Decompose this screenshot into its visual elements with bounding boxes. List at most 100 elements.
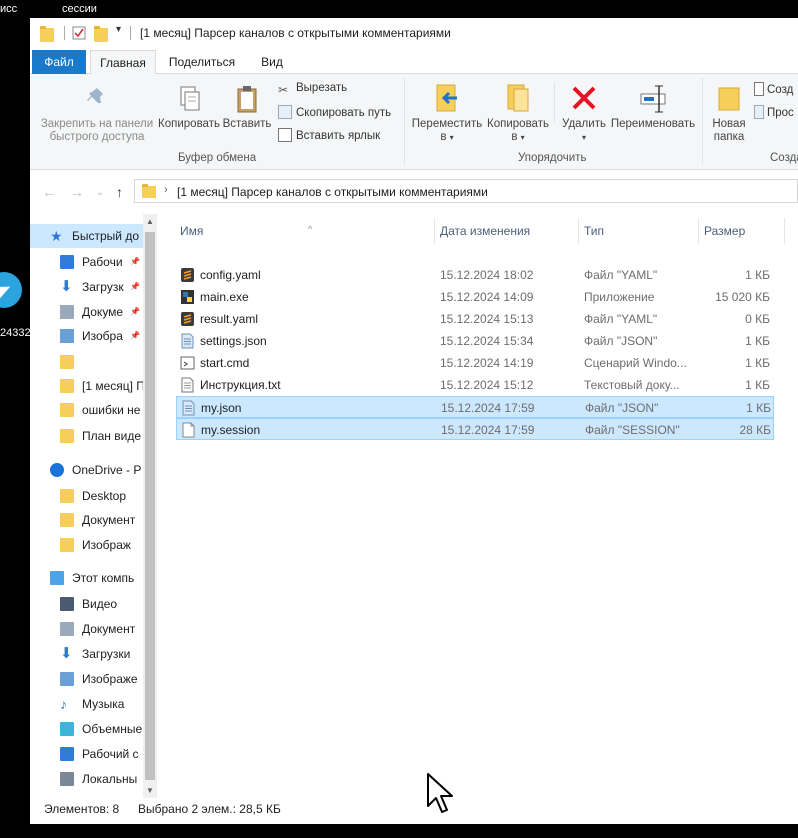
nav-item[interactable]: Рабочий с bbox=[30, 742, 157, 766]
nav-item[interactable]: Изобра 📌 bbox=[30, 324, 157, 348]
nav-item[interactable]: [1 месяц] П bbox=[30, 374, 157, 398]
new-folder-icon[interactable] bbox=[94, 26, 108, 42]
move-to-button[interactable]: Переместить в ▾ bbox=[410, 82, 484, 144]
up-arrow-icon[interactable]: ↑ bbox=[116, 184, 123, 200]
file-date: 15.12.2024 14:09 bbox=[440, 290, 534, 304]
file-type: Файл "YAML" bbox=[584, 312, 658, 326]
address-box[interactable]: › [1 месяц] Парсер каналов с открытыми к… bbox=[134, 179, 798, 203]
file-type: Файл "SESSION" bbox=[585, 423, 680, 437]
file-row[interactable]: my.json 15.12.2024 17:59 Файл "JSON" 1 КБ bbox=[176, 396, 774, 418]
file-date: 15.12.2024 17:59 bbox=[441, 401, 535, 415]
nav-item-label: Изображ bbox=[82, 538, 131, 552]
cut-button[interactable]: ✂ Вырезать bbox=[278, 82, 347, 97]
new-folder-button[interactable]: Новая папка bbox=[708, 82, 750, 144]
desktop-icon-label: 24332 bbox=[0, 327, 31, 339]
copy-icon bbox=[180, 86, 200, 111]
file-size: 28 КБ bbox=[739, 423, 771, 437]
explorer-window: ▾ [1 месяц] Парсер каналов с открытыми к… bbox=[30, 18, 798, 824]
forward-arrow-icon[interactable]: → bbox=[70, 184, 84, 200]
delete-dropdown-icon: ▾ bbox=[581, 133, 586, 142]
nav-item[interactable]: Изображе bbox=[30, 667, 157, 691]
window-title: [1 месяц] Парсер каналов с открытыми ком… bbox=[140, 26, 451, 40]
properties-icon[interactable] bbox=[72, 26, 86, 40]
nav-item[interactable]: ⬇ Загрузки bbox=[30, 642, 157, 666]
paste-button[interactable]: Вставить bbox=[222, 84, 272, 131]
nav-item[interactable]: OneDrive - P bbox=[30, 458, 157, 482]
nav-scroll-thumb[interactable] bbox=[145, 232, 155, 780]
file-name: start.cmd bbox=[200, 356, 250, 370]
mouse-pointer-icon bbox=[427, 773, 453, 813]
nav-item[interactable]: Локальны bbox=[30, 767, 157, 791]
file-row[interactable]: my.session 15.12.2024 17:59 Файл "SESSION"… bbox=[176, 418, 774, 440]
copy-path-button[interactable]: Скопировать путь bbox=[278, 105, 391, 119]
copy-path-icon bbox=[278, 105, 292, 119]
file-row[interactable]: start.cmd 15.12.2024 14:19 Сценарий Windo.… bbox=[176, 352, 774, 374]
nav-item[interactable]: ошибки не bbox=[30, 398, 157, 422]
file-row[interactable]: settings.json 15.12.2024 15:34 Файл "JSON"… bbox=[176, 330, 774, 352]
paste-icon bbox=[237, 86, 257, 113]
nav-item-label: Быстрый до bbox=[72, 229, 140, 243]
nav-item-label: Изображе bbox=[82, 672, 138, 686]
easy-access-button[interactable]: Прос bbox=[754, 105, 794, 119]
column-header-date[interactable]: Дата изменения bbox=[440, 220, 578, 242]
column-header-size[interactable]: Размер bbox=[704, 220, 784, 242]
nav-item[interactable]: Документ bbox=[30, 508, 157, 532]
file-size: 1 КБ bbox=[745, 334, 770, 348]
nav-item-label: Докуме bbox=[82, 305, 124, 319]
nav-item[interactable] bbox=[30, 350, 157, 374]
copy-to-icon bbox=[507, 84, 529, 112]
folder-icon bbox=[40, 26, 54, 42]
nav-item-label: План виде bbox=[82, 429, 142, 443]
nav-item[interactable]: План виде bbox=[30, 424, 157, 448]
pinned-icon: 📌 bbox=[130, 331, 140, 340]
nav-item[interactable]: Докуме 📌 bbox=[30, 300, 157, 324]
file-size: 1 КБ bbox=[745, 268, 770, 282]
new-item-button[interactable]: Созд bbox=[754, 82, 793, 96]
nav-item[interactable]: Изображ bbox=[30, 533, 157, 557]
paste-shortcut-button[interactable]: Вставить ярлык bbox=[278, 128, 380, 142]
desktop-text-top: сессии bbox=[62, 3, 97, 15]
nav-item[interactable]: Объемные bbox=[30, 717, 157, 741]
file-row[interactable]: result.yaml 15.12.2024 15:13 Файл "YAML" 0 … bbox=[176, 308, 774, 330]
quick-access-dropdown-icon[interactable]: ▾ bbox=[116, 24, 130, 38]
delete-button[interactable]: Удалить ▾ bbox=[558, 82, 610, 144]
nav-item[interactable]: ★ Быстрый до bbox=[30, 224, 157, 248]
tab-file[interactable]: Файл bbox=[32, 50, 86, 74]
file-type: Файл "YAML" bbox=[584, 268, 658, 282]
address-chevron-icon[interactable]: › bbox=[164, 184, 168, 196]
nav-item[interactable]: Рабочи 📌 bbox=[30, 250, 157, 274]
folder-icon bbox=[60, 538, 74, 552]
nav-item[interactable]: Этот компь bbox=[30, 566, 157, 590]
folder-icon bbox=[60, 403, 74, 417]
text-file-icon bbox=[181, 377, 194, 393]
column-header-name[interactable]: Имя ^ bbox=[180, 220, 430, 242]
file-row[interactable]: config.yaml 15.12.2024 18:02 Файл "YAML" 1 … bbox=[176, 264, 774, 286]
nav-item[interactable]: Desktop bbox=[30, 484, 157, 508]
nav-scrollbar[interactable]: ▲ ▼ bbox=[143, 214, 157, 798]
file-size: 1 КБ bbox=[746, 401, 771, 415]
nav-item[interactable]: Видео bbox=[30, 592, 157, 616]
rename-icon bbox=[640, 85, 666, 113]
tab-home[interactable]: Главная bbox=[90, 50, 156, 75]
file-size: 1 КБ bbox=[745, 378, 770, 392]
file-name: Инструкция.txt bbox=[200, 378, 281, 392]
rename-button[interactable]: Переименовать bbox=[608, 82, 698, 131]
tab-share[interactable]: Поделиться bbox=[162, 50, 242, 74]
image-icon bbox=[60, 672, 74, 686]
nav-item[interactable]: ⬇ Загрузк 📌 bbox=[30, 275, 157, 299]
telegram-desktop-icon[interactable] bbox=[0, 272, 28, 316]
back-arrow-icon[interactable]: ← bbox=[42, 184, 56, 200]
column-header-type[interactable]: Тип bbox=[584, 220, 694, 242]
pin-quick-access-button[interactable]: Закрепить на панели быстрого доступа bbox=[34, 84, 160, 144]
scroll-up-icon[interactable]: ▲ bbox=[146, 217, 154, 226]
nav-item[interactable]: ♪ Музыка bbox=[30, 692, 157, 716]
recent-locations-icon[interactable]: ⌄ bbox=[96, 187, 104, 198]
copy-button[interactable]: Копировать bbox=[156, 84, 222, 131]
copy-to-button[interactable]: Копировать в ▾ bbox=[484, 82, 552, 144]
scroll-down-icon[interactable]: ▼ bbox=[146, 786, 154, 795]
file-row[interactable]: main.exe 15.12.2024 14:09 Приложение 15 020… bbox=[176, 286, 774, 308]
tab-view[interactable]: Вид bbox=[252, 50, 292, 74]
nav-item[interactable]: Документ bbox=[30, 617, 157, 641]
file-row[interactable]: Инструкция.txt 15.12.2024 15:12 Текстовый … bbox=[176, 374, 774, 396]
nav-item-label: Загрузки bbox=[82, 647, 131, 661]
